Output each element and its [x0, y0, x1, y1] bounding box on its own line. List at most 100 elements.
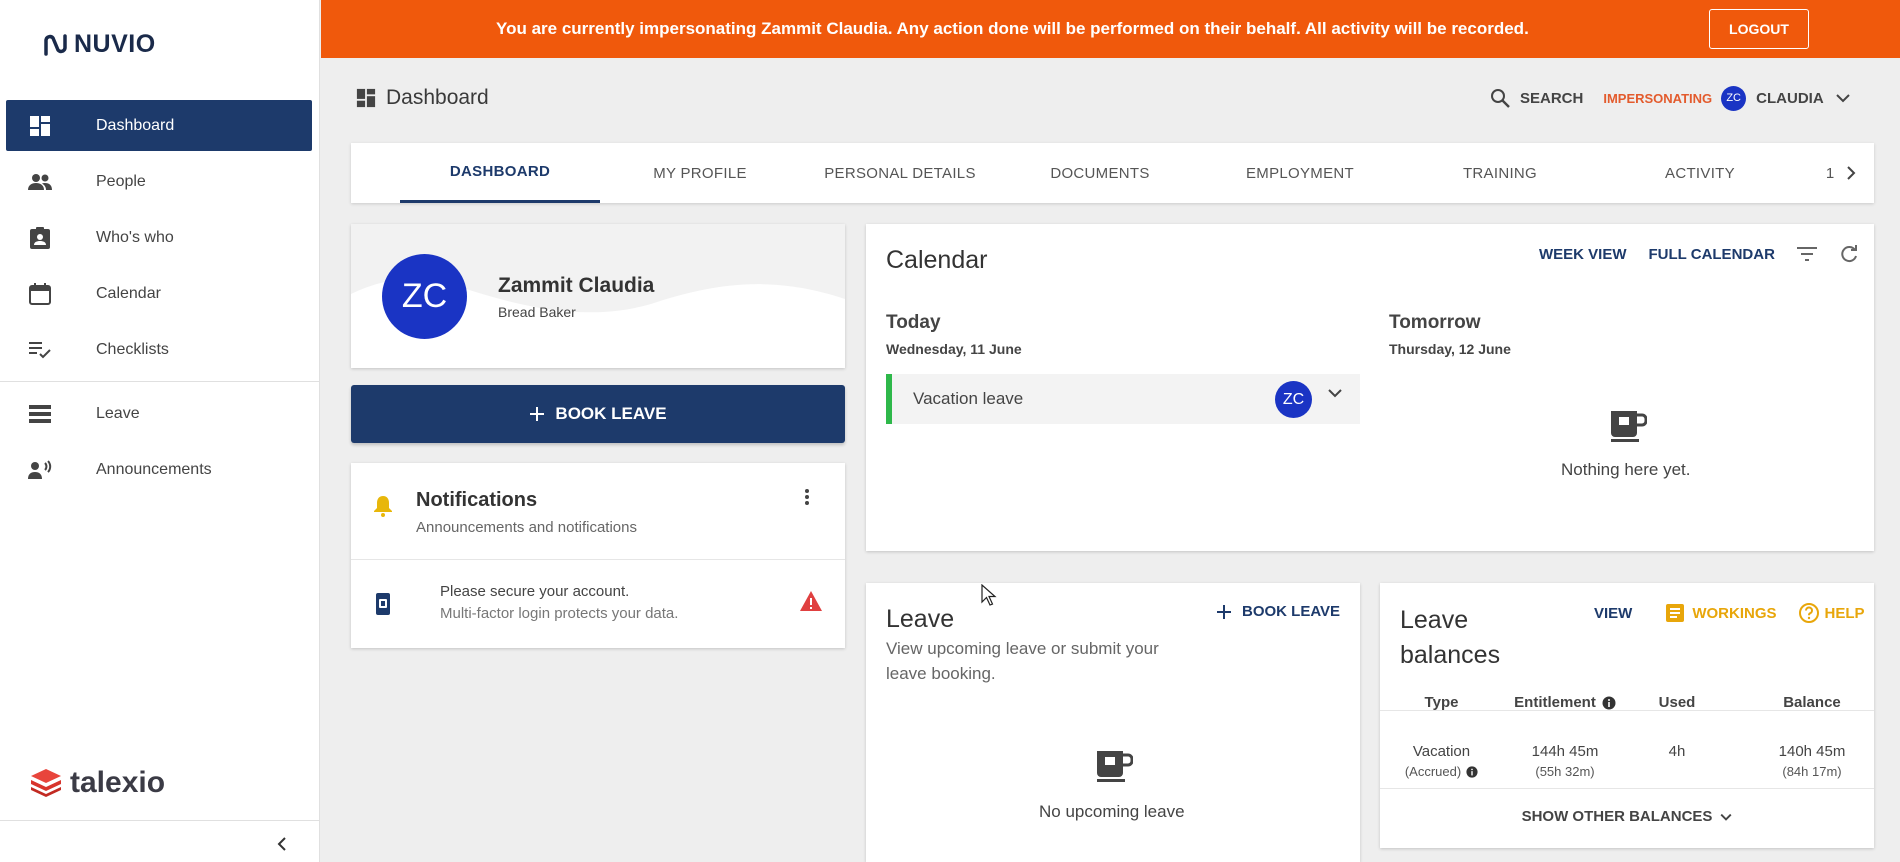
- sidebar-item-announcements[interactable]: Announcements: [6, 444, 312, 495]
- tomorrow-empty-text: Nothing here yet.: [1561, 460, 1691, 479]
- talexio-logo: talexio: [30, 766, 165, 800]
- notifications-subtitle: Announcements and notifications: [416, 519, 637, 536]
- collapse-sidebar-button[interactable]: [270, 832, 294, 856]
- week-view-button[interactable]: WEEK VIEW: [1539, 246, 1627, 263]
- table-divider: [1380, 788, 1874, 789]
- header-actions: SEARCH IMPERSONATING ZC CLAUDIA: [1490, 85, 1850, 111]
- sidebar-item-calendar[interactable]: Calendar: [6, 268, 312, 319]
- event-expand-toggle[interactable]: [1328, 388, 1342, 398]
- tab-personal-details[interactable]: PERSONAL DETAILS: [800, 143, 1000, 203]
- workings-button[interactable]: WORKINGS: [1666, 604, 1777, 622]
- leave-balances-actions: VIEW WORKINGS HELP: [1594, 603, 1865, 623]
- user-name[interactable]: CLAUDIA: [1756, 90, 1824, 107]
- user-menu-toggle[interactable]: [1835, 93, 1850, 103]
- tab-employment[interactable]: EMPLOYMENT: [1200, 143, 1400, 203]
- full-calendar-button[interactable]: FULL CALENDAR: [1649, 246, 1775, 263]
- leave-balances-table: Type Entitlement Used Balance: [1380, 687, 1874, 721]
- leave-book-button[interactable]: BOOK LEAVE: [1216, 603, 1340, 620]
- chevron-down-icon: [1835, 94, 1850, 103]
- info-icon[interactable]: [1602, 696, 1616, 710]
- mouse-cursor-icon: [981, 584, 997, 606]
- help-label: HELP: [1824, 604, 1865, 622]
- show-other-balances-button[interactable]: SHOW OTHER BALANCES: [1380, 808, 1874, 825]
- sidebar-footer-divider: [0, 820, 320, 821]
- help-button[interactable]: HELP: [1798, 603, 1865, 623]
- refresh-button[interactable]: [1839, 244, 1859, 264]
- notifications-card: Notifications Announcements and notifica…: [351, 463, 845, 648]
- user-avatar[interactable]: ZC: [1721, 85, 1747, 111]
- tab-dashboard[interactable]: DASHBOARD: [400, 143, 600, 203]
- tomorrow-date: Thursday, 12 June: [1389, 341, 1511, 357]
- profile-avatar[interactable]: ZC: [382, 254, 467, 339]
- sidebar-item-label: Announcements: [96, 460, 212, 478]
- column-header: Type: [1424, 694, 1459, 711]
- calendar-event[interactable]: Vacation leave ZC: [886, 374, 1360, 424]
- impersonation-banner: You are currently impersonating Zammit C…: [321, 0, 1900, 58]
- notifications-divider: [351, 559, 845, 560]
- tab-my-profile[interactable]: MY PROFILE: [600, 143, 800, 203]
- balance-remaining: 140h 45m: [1778, 743, 1846, 760]
- plus-icon: [530, 407, 545, 421]
- sidebar-item-checklists[interactable]: Checklists: [6, 324, 312, 375]
- notification-message[interactable]: Please secure your account.: [440, 583, 629, 600]
- column-header: Used: [1658, 694, 1696, 711]
- leave-icon: [28, 402, 52, 426]
- sidebar-item-label: Who's who: [96, 228, 174, 246]
- info-icon[interactable]: [1466, 765, 1478, 778]
- impersonating-label: IMPERSONATING: [1603, 90, 1713, 106]
- chevron-left-icon: [277, 837, 286, 851]
- profile-tabs: DASHBOARD MY PROFILE PERSONAL DETAILS DO…: [351, 143, 1874, 203]
- more-vertical-icon: [805, 489, 809, 505]
- profile-role: Bread Baker: [498, 304, 576, 320]
- balance-type-sub: (Accrued): [1404, 764, 1462, 779]
- sidebar-item-label: Leave: [96, 404, 140, 422]
- talexio-name: talexio: [70, 766, 166, 799]
- leave-title: Leave: [886, 605, 955, 633]
- today-date: Wednesday, 11 June: [886, 341, 1022, 357]
- event-avatar: ZC: [1275, 381, 1312, 418]
- leave-balances-title: Leave balances: [1400, 606, 1501, 669]
- tab-training[interactable]: TRAINING: [1400, 143, 1600, 203]
- help-icon: [1798, 603, 1819, 623]
- notification-detail: Multi-factor login protects your data.: [440, 605, 679, 622]
- announcement-icon: [28, 458, 52, 482]
- logout-button[interactable]: LOGOUT: [1709, 9, 1809, 49]
- sidebar-item-dashboard[interactable]: Dashboard: [6, 100, 312, 151]
- leave-subtitle: View upcoming leave or submit your leave…: [886, 639, 1159, 683]
- nuvio-logo[interactable]: NUVIO: [42, 30, 156, 59]
- leave-card: Leave View upcoming leave or submit your…: [866, 583, 1360, 862]
- leave-book-label: BOOK LEAVE: [1242, 603, 1341, 620]
- book-leave-button[interactable]: BOOK LEAVE: [351, 385, 845, 443]
- balance-type-sub-wrap: (Accrued): [1380, 764, 1503, 779]
- chevron-down-icon: [1328, 389, 1342, 398]
- filter-button[interactable]: [1796, 247, 1817, 261]
- sidebar-item-people[interactable]: People: [6, 156, 312, 207]
- profile-name: Zammit Claudia: [498, 274, 655, 297]
- sidebar-nav: Dashboard People Who's who Calendar Chec…: [0, 100, 320, 495]
- banner-message: You are currently impersonating Zammit C…: [496, 19, 1529, 38]
- page-title: Dashboard: [386, 86, 489, 109]
- balance-type: Vacation: [1412, 743, 1471, 760]
- tabs-scroll-right[interactable]: 1: [1811, 143, 1871, 203]
- page-header: Dashboard: [356, 86, 489, 110]
- search-label: SEARCH: [1520, 89, 1584, 107]
- column-header: Entitlement: [1514, 694, 1596, 711]
- event-label: Vacation leave: [913, 389, 1024, 408]
- warning-icon: [800, 591, 822, 611]
- phone-security-icon: [376, 593, 390, 615]
- calendar-title: Calendar: [886, 246, 988, 274]
- sidebar-item-leave[interactable]: Leave: [6, 388, 312, 439]
- tab-documents[interactable]: DOCUMENTS: [1000, 143, 1200, 203]
- book-leave-label: BOOK LEAVE: [555, 404, 667, 423]
- coffee-cup-icon: [1611, 411, 1647, 442]
- tab-activity[interactable]: ACTIVITY: [1600, 143, 1800, 203]
- search-button[interactable]: SEARCH: [1490, 88, 1583, 108]
- notifications-menu-button[interactable]: [804, 488, 810, 511]
- view-balances-button[interactable]: VIEW: [1594, 605, 1632, 622]
- chevron-right-icon: [1847, 166, 1856, 180]
- talexio-logo-icon: [31, 769, 61, 797]
- filter-icon: [1796, 247, 1817, 261]
- balance-used: 4h: [1668, 743, 1686, 760]
- sidebar-item-label: Calendar: [96, 284, 161, 302]
- sidebar-item-whos-who[interactable]: Who's who: [6, 212, 312, 263]
